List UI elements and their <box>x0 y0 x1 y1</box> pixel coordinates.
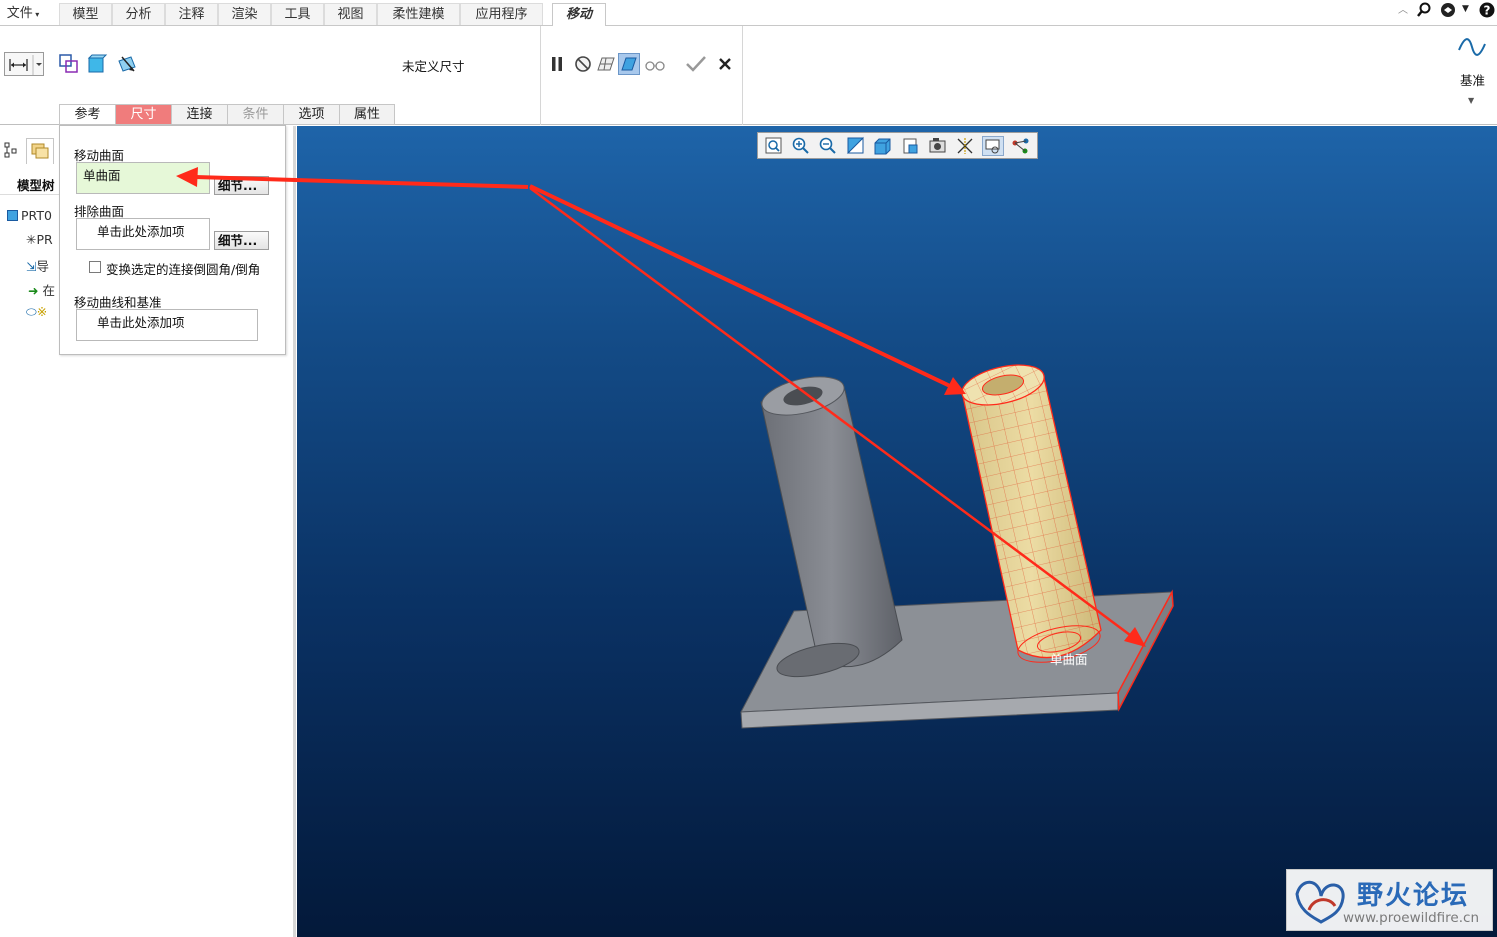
annotation-display-icon[interactable] <box>982 136 1004 156</box>
spin-center-icon-svg <box>1012 138 1029 154</box>
zoom-in-icon-svg <box>792 137 809 154</box>
forum-url: www.proewildfire.cn <box>1343 910 1480 926</box>
view-toolbar <box>757 132 1038 159</box>
app-window: 文件 ▾ 模型 分析 注释 渲染 工具 视图 柔性建模 应用程序 移动 ︿ ▼ … <box>0 0 1497 937</box>
repaint-icon-svg <box>846 136 864 154</box>
forum-logo-icon <box>1295 880 1345 924</box>
annotation-display-icon-svg <box>985 139 1000 154</box>
viewport-scene <box>176 167 1174 729</box>
zoom-out-icon-svg <box>819 137 836 154</box>
display-style-icon-svg <box>874 138 891 155</box>
view-manager-icon-svg <box>929 138 946 153</box>
datum-display-icon[interactable] <box>955 136 977 156</box>
surface-tag-label: 单曲面 <box>1050 652 1088 667</box>
refit-icon-svg <box>765 137 782 154</box>
forum-title: 野火论坛 <box>1357 881 1470 911</box>
zoom-in-icon[interactable] <box>790 136 812 156</box>
view-manager-icon[interactable] <box>927 136 949 156</box>
forum-watermark: 野火论坛 www.proewildfire.cn <box>1286 869 1493 931</box>
saved-views-icon[interactable] <box>900 136 922 156</box>
display-style-icon[interactable] <box>872 136 894 156</box>
saved-views-icon-svg <box>903 138 918 154</box>
refit-icon[interactable] <box>763 136 785 156</box>
datum-display-icon-svg <box>957 138 973 154</box>
spin-center-icon[interactable] <box>1010 136 1032 156</box>
repaint-icon[interactable] <box>845 136 867 156</box>
grey-cylinder[interactable] <box>758 370 903 683</box>
zoom-out-icon[interactable] <box>817 136 839 156</box>
